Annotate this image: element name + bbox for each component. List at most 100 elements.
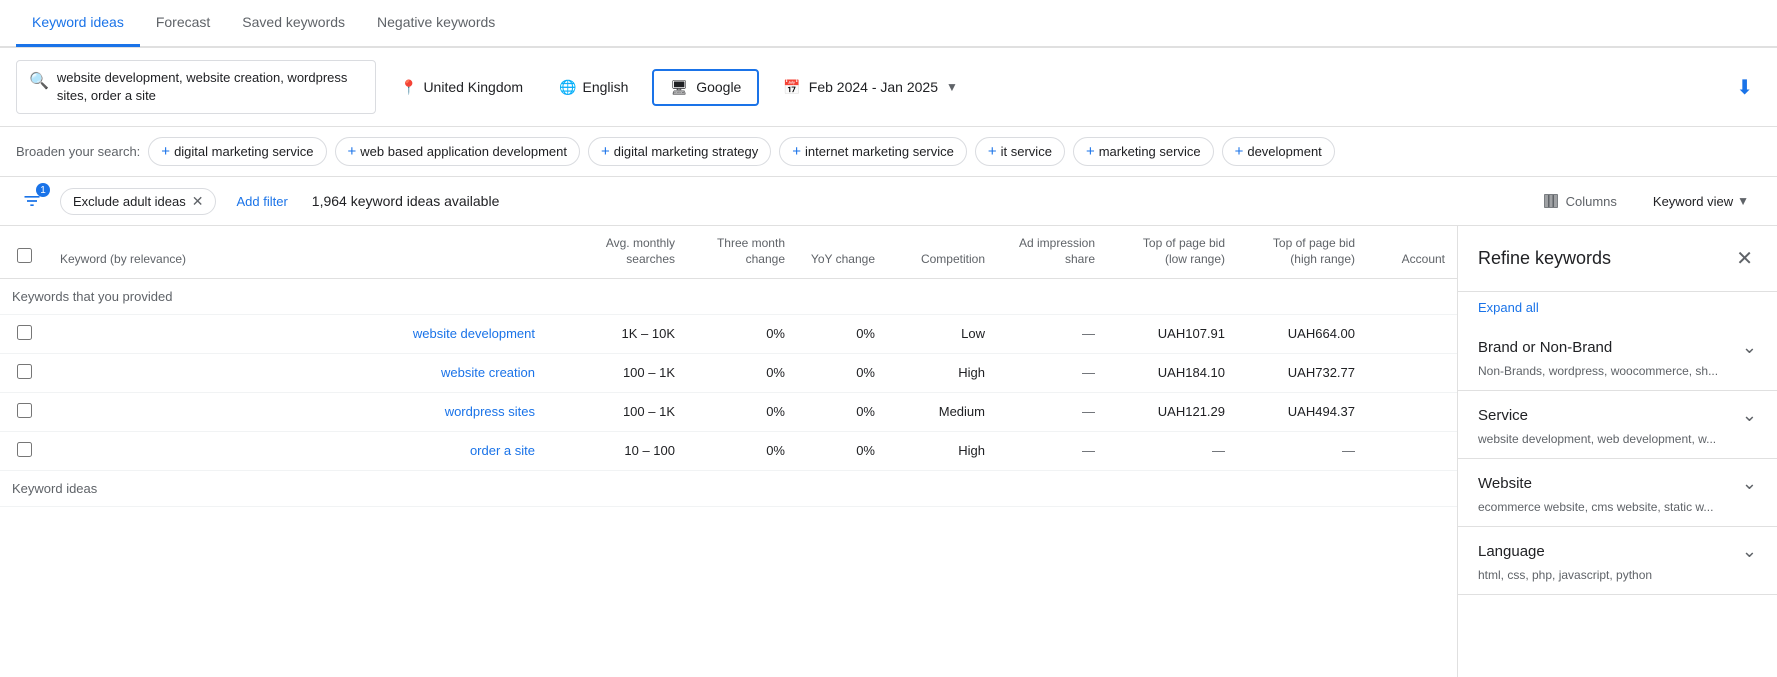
tab-forecast[interactable]: Forecast <box>140 0 226 47</box>
filter-badge: 1 <box>36 183 50 197</box>
avg-monthly: 100 – 1K <box>623 365 675 380</box>
table-row: website creation 100 – 1K 0% 0% High — U… <box>0 353 1457 392</box>
broaden-chip-2[interactable]: + digital marketing strategy <box>588 137 771 166</box>
broaden-chip-6[interactable]: + development <box>1222 137 1335 166</box>
ad-impression: — <box>1082 443 1095 458</box>
chevron-down-icon: ⌄ <box>1742 405 1757 426</box>
avg-monthly: 10 – 100 <box>624 443 675 458</box>
competition: Medium <box>939 404 985 419</box>
top-high-dash: — <box>1342 443 1355 458</box>
keyword-text[interactable]: website development <box>413 326 535 341</box>
chevron-down-icon: ▼ <box>946 80 958 94</box>
broaden-row: Broaden your search: + digital marketing… <box>0 127 1777 177</box>
three-month: 0% <box>766 443 785 458</box>
top-high: UAH664.00 <box>1288 326 1355 341</box>
refine-section-language: Language ⌄ html, css, php, javascript, p… <box>1458 527 1777 595</box>
columns-button[interactable]: Columns <box>1530 188 1629 214</box>
search-row: 🔍 website development, website creation,… <box>0 48 1777 127</box>
plus-icon: + <box>348 143 357 160</box>
table-row: website development 1K – 10K 0% 0% Low —… <box>0 314 1457 353</box>
select-all-checkbox[interactable] <box>17 248 32 263</box>
broaden-chip-0[interactable]: + digital marketing service <box>148 137 326 166</box>
refine-section-website: Website ⌄ ecommerce website, cms website… <box>1458 459 1777 527</box>
section-label-provided: Keywords that you provided <box>12 289 172 304</box>
refine-section-service-title: Service <box>1478 407 1528 424</box>
keyword-text[interactable]: wordpress sites <box>445 404 535 419</box>
col-header-keyword: Keyword (by relevance) <box>60 252 186 266</box>
table-row: wordpress sites 100 – 1K 0% 0% Medium — … <box>0 392 1457 431</box>
competition: High <box>958 365 985 380</box>
competition: High <box>958 443 985 458</box>
date-range-button[interactable]: 📅 Feb 2024 - Jan 2025 ▼ <box>771 71 970 104</box>
download-button[interactable]: ⬇ <box>1728 67 1761 108</box>
tabs-bar: Keyword ideas Forecast Saved keywords Ne… <box>0 0 1777 48</box>
language-label: English <box>583 79 629 95</box>
columns-icon <box>1542 192 1560 210</box>
yoy: 0% <box>856 404 875 419</box>
search-box[interactable]: 🔍 website development, website creation,… <box>16 60 376 114</box>
plus-icon: + <box>792 143 801 160</box>
avg-monthly: 1K – 10K <box>622 326 676 341</box>
broaden-chip-3[interactable]: + internet marketing service <box>779 137 967 166</box>
toolbar-row: 1 Exclude adult ideas ✕ Add filter 1,964… <box>0 177 1777 226</box>
table-row: order a site 10 – 100 0% 0% High — — — <box>0 431 1457 470</box>
refine-section-language-subtitle: html, css, php, javascript, python <box>1458 568 1777 594</box>
tab-keyword-ideas[interactable]: Keyword ideas <box>16 0 140 47</box>
refine-header: Refine keywords ✕ <box>1458 226 1777 292</box>
tab-negative-keywords[interactable]: Negative keywords <box>361 0 511 47</box>
close-icon[interactable]: ✕ <box>192 193 204 210</box>
ad-impression: — <box>1082 365 1095 380</box>
plus-icon: + <box>1235 143 1244 160</box>
language-button[interactable]: 🌐 English <box>547 71 640 104</box>
ideas-count: 1,964 keyword ideas available <box>312 193 500 209</box>
col-header-three-month: Three month change <box>717 236 785 266</box>
row-checkbox[interactable] <box>17 442 32 457</box>
top-low: UAH107.91 <box>1158 326 1225 341</box>
refine-section-service: Service ⌄ website development, web devel… <box>1458 391 1777 459</box>
top-low: UAH121.29 <box>1158 404 1225 419</box>
chevron-down-icon: ⌄ <box>1742 473 1757 494</box>
tab-saved-keywords[interactable]: Saved keywords <box>226 0 361 47</box>
search-engine-button[interactable]: 🖥 Google <box>652 69 759 106</box>
avg-monthly: 100 – 1K <box>623 404 675 419</box>
keyword-view-label: Keyword view <box>1653 194 1733 209</box>
keyword-text[interactable]: website creation <box>441 365 535 380</box>
expand-all-button[interactable]: Expand all <box>1458 292 1777 323</box>
refine-section-brand-subtitle: Non-Brands, wordpress, woocommerce, sh..… <box>1458 364 1777 390</box>
three-month: 0% <box>766 326 785 341</box>
col-header-avg: Avg. monthly searches <box>606 236 675 266</box>
chip-label: development <box>1247 144 1321 159</box>
plus-icon: + <box>988 143 997 160</box>
broaden-chip-4[interactable]: + it service <box>975 137 1065 166</box>
keyword-view-button[interactable]: Keyword view ▼ <box>1641 190 1761 213</box>
chip-label: digital marketing strategy <box>614 144 759 159</box>
section-header-provided: Keywords that you provided <box>0 278 1457 314</box>
row-checkbox[interactable] <box>17 403 32 418</box>
row-checkbox[interactable] <box>17 364 32 379</box>
monitor-icon: 🖥 <box>670 79 688 96</box>
chevron-down-icon: ⌄ <box>1742 541 1757 562</box>
broaden-chip-5[interactable]: + marketing service <box>1073 137 1214 166</box>
chip-label: it service <box>1001 144 1052 159</box>
location-button[interactable]: 📍 United Kingdom <box>388 71 535 104</box>
keyword-text[interactable]: order a site <box>470 443 535 458</box>
refine-section-service-subtitle: website development, web development, w.… <box>1458 432 1777 458</box>
refine-section-website-title: Website <box>1478 475 1532 492</box>
row-checkbox[interactable] <box>17 325 32 340</box>
table-area: Keyword (by relevance) Avg. monthly sear… <box>0 226 1457 677</box>
add-filter-button[interactable]: Add filter <box>228 190 295 213</box>
col-header-competition: Competition <box>921 252 985 266</box>
chevron-down-icon: ⌄ <box>1742 337 1757 358</box>
col-header-yoy: YoY change <box>811 252 875 266</box>
chevron-down-icon: ▼ <box>1737 194 1749 208</box>
top-low-dash: — <box>1212 443 1225 458</box>
section-label-ideas: Keyword ideas <box>12 481 97 496</box>
broaden-chip-1[interactable]: + web based application development <box>335 137 580 166</box>
refine-title: Refine keywords <box>1478 248 1611 269</box>
exclude-adult-chip: Exclude adult ideas ✕ <box>60 188 216 215</box>
three-month: 0% <box>766 404 785 419</box>
refine-section-brand-title: Brand or Non-Brand <box>1478 339 1612 356</box>
filter-icon-button[interactable]: 1 <box>16 185 48 217</box>
refine-close-button[interactable]: ✕ <box>1732 242 1757 275</box>
chip-label: marketing service <box>1099 144 1201 159</box>
